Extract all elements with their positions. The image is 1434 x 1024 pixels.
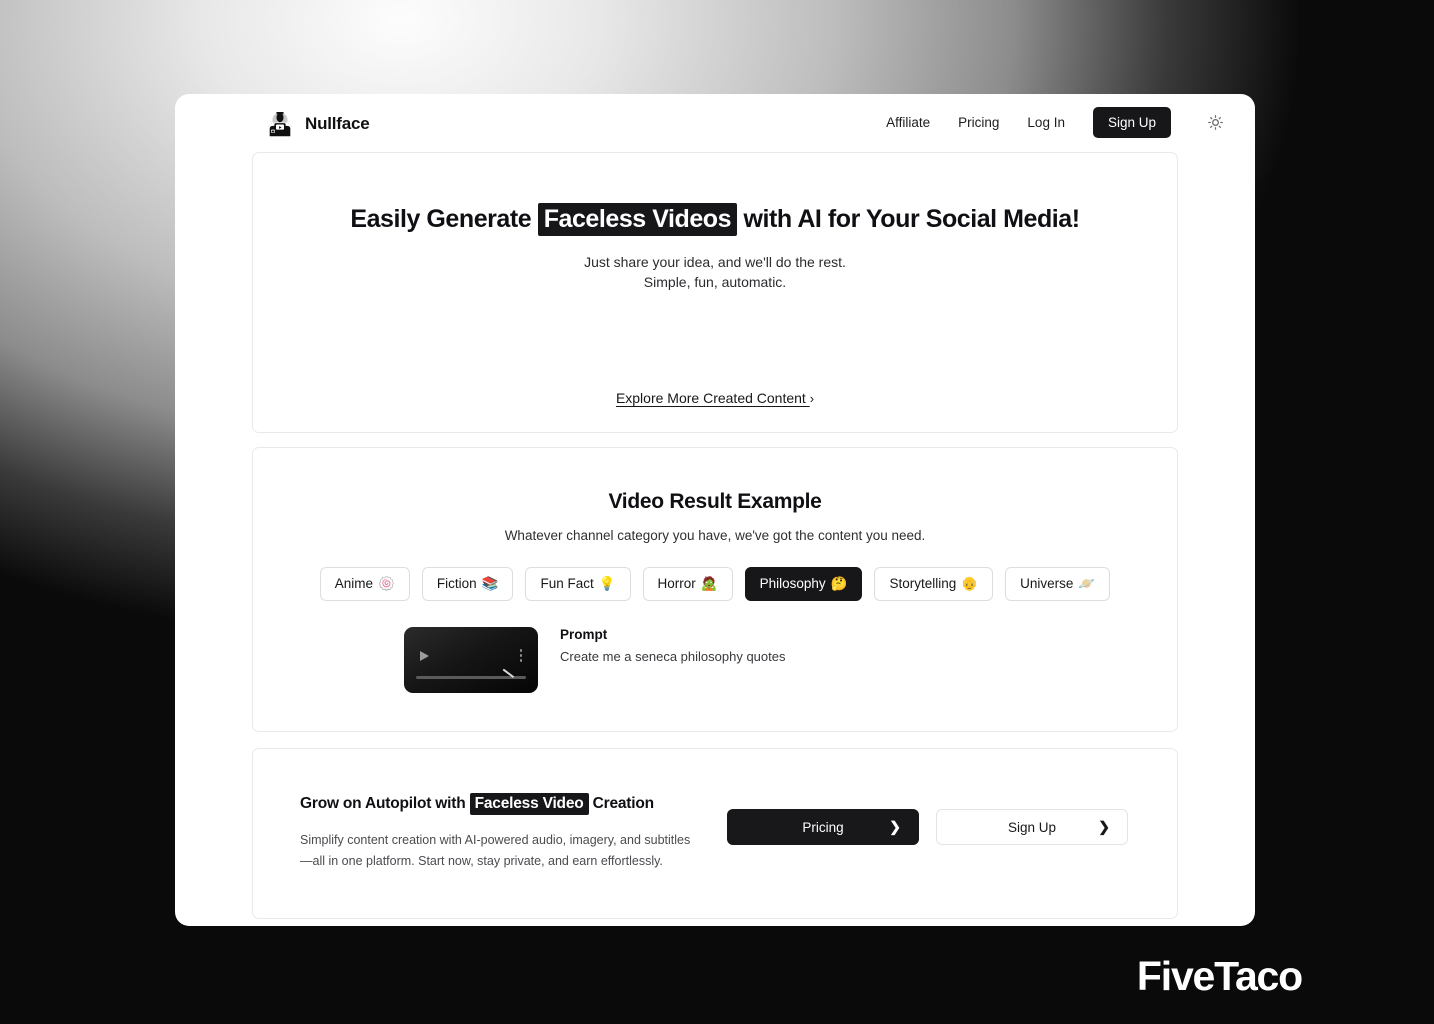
cta-title: Grow on Autopilot with Faceless Video Cr… [300, 793, 700, 815]
lightbulb-emoji-icon: 💡 [598, 576, 616, 591]
cta-inner: Grow on Autopilot with Faceless Video Cr… [253, 749, 1177, 871]
top-navigation-bar: Nullface Affiliate Pricing Log In Sign U… [175, 94, 1255, 150]
hero-title-highlight: Faceless Videos [537, 203, 738, 236]
cta-text-block: Grow on Autopilot with Faceless Video Cr… [300, 793, 700, 871]
prompt-row: Prompt Create me a seneca philosophy quo… [253, 627, 1177, 693]
thinking-face-emoji-icon: 🤔 [830, 576, 848, 591]
hero-title-pre: Easily Generate [350, 205, 538, 233]
example-section-subtitle: Whatever channel category you have, we'v… [504, 528, 926, 543]
page-title: Easily Generate Faceless Videos with AI … [253, 153, 1177, 236]
ringed-planet-emoji-icon: 🪐 [1078, 576, 1096, 591]
prompt-text-block: Prompt Create me a seneca philosophy quo… [560, 627, 785, 664]
category-chip-anime[interactable]: Anime 🍥 [319, 567, 410, 601]
hero-card: Easily Generate Faceless Videos with AI … [252, 152, 1178, 433]
cta-button-group: Pricing ❯ Sign Up ❯ [727, 809, 1128, 845]
chip-label: Philosophy [759, 576, 826, 591]
video-result-example-card: Video Result Example Whatever channel ca… [252, 447, 1178, 732]
cta-description: Simplify content creation with AI-powere… [300, 833, 691, 868]
chip-label: Horror [657, 576, 696, 591]
faceless-person-video-logo-icon [265, 109, 295, 139]
cta-pricing-label: Pricing [802, 819, 844, 835]
chip-label: Fun Fact [540, 576, 594, 591]
cta-signup-button[interactable]: Sign Up ❯ [936, 809, 1128, 845]
cta-card: Grow on Autopilot with Faceless Video Cr… [252, 748, 1178, 919]
chevron-right-icon: ❯ [1098, 818, 1110, 835]
chip-label: Anime [334, 576, 374, 591]
play-icon[interactable] [420, 651, 429, 661]
chevron-right-icon: ❯ [889, 818, 901, 835]
category-chip-group: Anime 🍥 Fiction 📚 Fun Fact 💡 Horror 🧟 Philos… [253, 567, 1177, 601]
brand-name: Nullface [305, 114, 370, 133]
sun-icon[interactable] [1205, 112, 1225, 132]
category-chip-universe[interactable]: Universe 🪐 [1005, 567, 1111, 601]
cta-signup-label: Sign Up [1007, 819, 1057, 835]
category-chip-storytelling[interactable]: Storytelling 👴 [874, 567, 994, 601]
category-chip-horror[interactable]: Horror 🧟 [642, 567, 733, 601]
nav-link-pricing[interactable]: Pricing [958, 115, 999, 130]
cta-pricing-button[interactable]: Pricing ❯ [727, 809, 919, 845]
category-chip-philosophy[interactable]: Philosophy 🤔 [744, 567, 863, 601]
old-man-emoji-icon: 👴 [961, 576, 979, 591]
prompt-value: Create me a seneca philosophy quotes [560, 649, 786, 664]
chip-label: Universe [1020, 576, 1074, 591]
browser-window: Nullface Affiliate Pricing Log In Sign U… [175, 94, 1255, 926]
explore-link-label: Explore More Created Content [615, 390, 810, 406]
prompt-label: Prompt [560, 627, 608, 642]
example-section-title: Video Result Example [608, 490, 822, 513]
cta-title-highlight: Faceless Video [469, 793, 589, 815]
hero-subtitle-line2: Simple, fun, automatic. [643, 274, 787, 290]
chip-label: Fiction [436, 576, 477, 591]
nav-links: Affiliate Pricing Log In Sign Up [886, 106, 1225, 138]
hero-subtitle-line1: Just share your idea, and we'll do the r… [584, 254, 846, 270]
explore-more-content-link[interactable]: Explore More Created Content › [253, 390, 1177, 406]
cta-title-post: Creation [588, 795, 654, 812]
anime-emoji-icon: 🍥 [378, 576, 395, 591]
chip-label: Storytelling [889, 576, 957, 591]
category-chip-fun-fact[interactable]: Fun Fact 💡 [525, 567, 631, 601]
nav-link-affiliate[interactable]: Affiliate [886, 115, 930, 130]
hero-title-post: with AI for Your Social Media! [737, 205, 1081, 233]
video-progress-marker [496, 668, 515, 687]
zombie-emoji-icon: 🧟 [700, 576, 718, 591]
category-chip-fiction[interactable]: Fiction 📚 [421, 567, 514, 601]
kebab-menu-icon[interactable] [519, 649, 522, 662]
brand-logo-link[interactable]: Nullface [265, 109, 370, 139]
books-emoji-icon: 📚 [481, 576, 499, 591]
nav-signup-button[interactable]: Sign Up [1092, 106, 1171, 138]
nav-link-login[interactable]: Log In [1027, 115, 1065, 130]
cta-title-pre: Grow on Autopilot with [300, 795, 470, 812]
fivetaco-watermark: FiveTaco [1136, 953, 1303, 999]
hero-media-placeholder [253, 290, 1177, 364]
video-player-thumbnail[interactable] [404, 627, 538, 693]
chevron-right-icon: › [809, 391, 815, 406]
